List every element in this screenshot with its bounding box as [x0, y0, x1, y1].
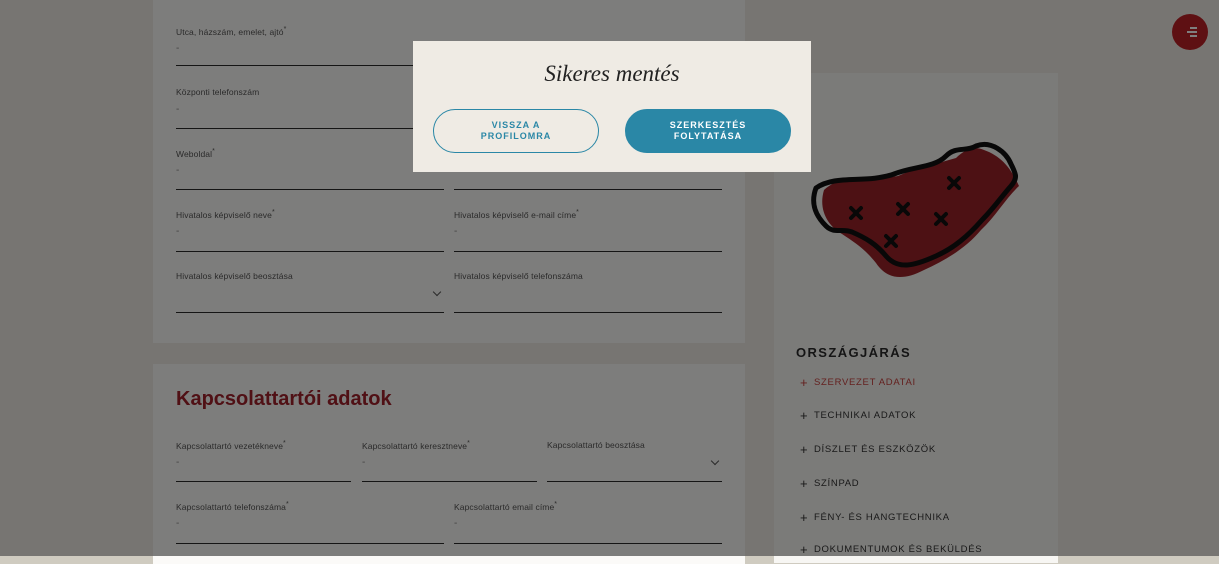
continue-editing-label: SZERKESZTÉS FOLYTATÁSA — [669, 120, 747, 141]
dialog-title: Sikeres mentés — [544, 61, 680, 86]
back-to-profile-button[interactable]: VISSZA A PROFILOMRA — [433, 109, 599, 153]
back-to-profile-label: VISSZA A PROFILOMRA — [480, 120, 552, 141]
success-dialog: Sikeres mentés VISSZA A PROFILOMRA SZERK… — [413, 41, 811, 172]
continue-editing-button[interactable]: SZERKESZTÉS FOLYTATÁSA — [625, 109, 791, 153]
